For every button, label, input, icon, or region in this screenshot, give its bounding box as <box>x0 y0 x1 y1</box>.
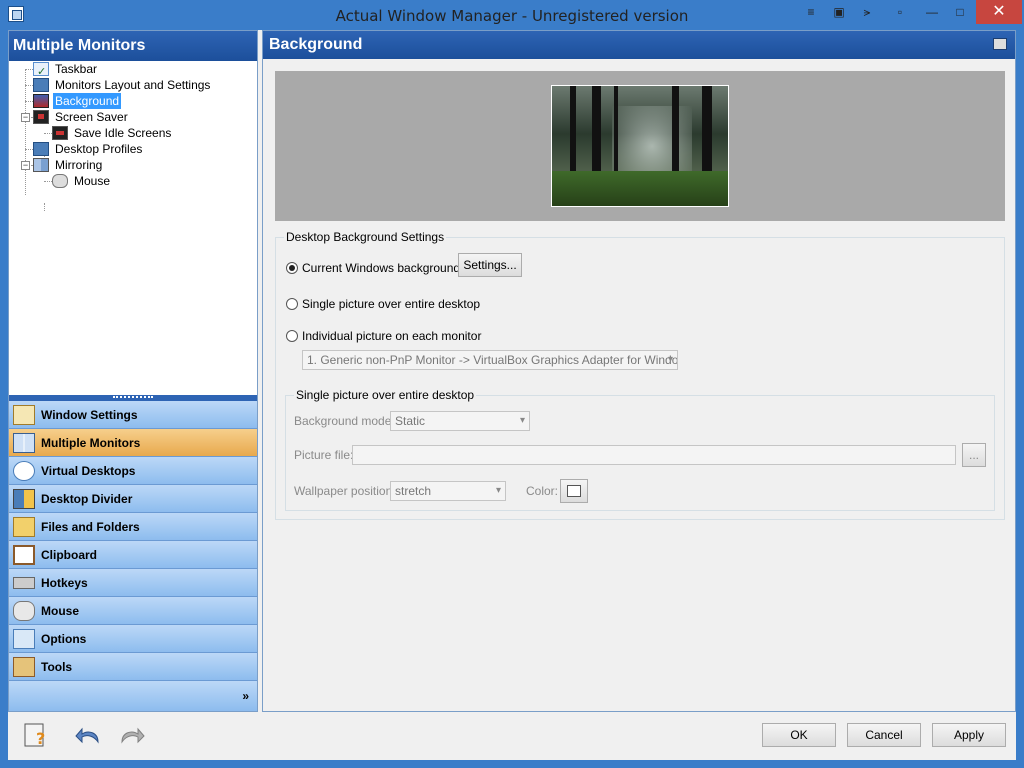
bottom-bar: ? OK Cancel Apply <box>8 712 1016 760</box>
apply-button[interactable]: Apply <box>932 723 1006 747</box>
nav-multiple-monitors[interactable]: Multiple Monitors <box>9 429 257 457</box>
desktop-profiles-icon <box>33 142 49 156</box>
minimize-button[interactable]: — <box>918 0 946 24</box>
title-bar: Actual Window Manager - Unregistered ver… <box>0 0 1024 30</box>
taskbar-icon: ✓ <box>33 62 49 78</box>
nav-options[interactable]: Options <box>9 625 257 653</box>
redo-icon[interactable] <box>116 722 146 748</box>
left-pane-title: Multiple Monitors <box>9 31 257 61</box>
tools-icon <box>13 657 35 677</box>
mouse-icon <box>52 174 68 188</box>
nav-more-button[interactable]: » <box>9 681 257 711</box>
nav-mouse[interactable]: Mouse <box>9 597 257 625</box>
files-folders-icon <box>13 517 35 537</box>
picture-file-input[interactable] <box>352 445 956 465</box>
nav-tools[interactable]: Tools <box>9 653 257 681</box>
client-area: Multiple Monitors ✓ Taskbar Monitors Lay… <box>8 30 1016 760</box>
window-settings-icon <box>13 405 35 425</box>
settings-tree: ✓ Taskbar Monitors Layout and Settings B… <box>9 61 257 395</box>
nav-desktop-divider[interactable]: Desktop Divider <box>9 485 257 513</box>
picture-file-label: Picture file: <box>294 448 354 462</box>
group-title: Desktop Background Settings <box>284 230 447 244</box>
background-preview-area <box>275 71 1005 221</box>
nav-virtual-desktops[interactable]: Virtual Desktops <box>9 457 257 485</box>
background-preview-image <box>551 85 729 207</box>
radio-indicator <box>286 262 298 274</box>
wallpaper-position-label: Wallpaper position: <box>294 484 396 498</box>
chevron-down-icon: ▾ <box>519 415 525 426</box>
radio-indicator <box>286 298 298 310</box>
cancel-button[interactable]: Cancel <box>847 723 921 747</box>
expand-screen-saver[interactable]: − <box>21 113 30 122</box>
subgroup-title: Single picture over entire desktop <box>294 388 477 402</box>
hotkeys-icon <box>13 577 35 589</box>
ok-button[interactable]: OK <box>762 723 836 747</box>
help-icon[interactable]: ? <box>22 722 52 748</box>
wallpaper-position-select[interactable]: stretch ▾ <box>390 481 506 501</box>
chevron-down-icon: ▾ <box>667 354 673 365</box>
undo-icon[interactable] <box>74 722 104 748</box>
left-pane: Multiple Monitors ✓ Taskbar Monitors Lay… <box>8 30 258 712</box>
color-swatch <box>567 485 581 497</box>
mouse-icon <box>13 601 35 621</box>
transparency-icon[interactable]: ⪫ <box>854 0 880 24</box>
nav-window-settings[interactable]: Window Settings <box>9 401 257 429</box>
color-label: Color: <box>526 484 559 498</box>
help-icon[interactable] <box>993 38 1007 50</box>
chevron-double-right-icon: » <box>242 689 249 703</box>
svg-text:?: ? <box>36 729 45 748</box>
color-picker-button[interactable] <box>560 479 588 503</box>
multiple-monitors-icon <box>13 433 35 453</box>
background-mode-select[interactable]: Static ▾ <box>390 411 530 431</box>
nav-clipboard[interactable]: Clipboard <box>9 541 257 569</box>
close-button[interactable]: ✕ <box>976 0 1022 24</box>
rollup-icon[interactable]: ▫ <box>886 0 914 24</box>
minimize-to-tray-icon[interactable]: ▣ <box>826 0 852 24</box>
options-icon <box>13 629 35 649</box>
browse-button[interactable]: ... <box>962 443 986 467</box>
clipboard-icon <box>13 545 35 565</box>
single-picture-group: Single picture over entire desktop Backg… <box>285 388 995 511</box>
background-mode-label: Background mode: <box>294 414 395 428</box>
nav-files-and-folders[interactable]: Files and Folders <box>9 513 257 541</box>
mirroring-icon <box>33 158 49 172</box>
app-window: Actual Window Manager - Unregistered ver… <box>0 0 1024 768</box>
background-icon <box>33 94 49 108</box>
pin-icon[interactable]: ≡ <box>798 0 824 24</box>
monitors-layout-icon <box>33 78 49 92</box>
virtual-desktops-icon <box>13 461 35 481</box>
right-pane-header: Background <box>263 31 1015 59</box>
monitor-select[interactable]: 1. Generic non-PnP Monitor -> VirtualBox… <box>302 350 678 370</box>
right-pane: Background Desktop Background Settings C… <box>262 30 1016 712</box>
settings-button[interactable]: Settings... <box>458 253 522 277</box>
chevron-down-icon: ▾ <box>495 485 501 496</box>
maximize-button[interactable]: □ <box>946 0 974 24</box>
screen-saver-icon <box>33 110 49 124</box>
save-idle-screens-icon <box>52 126 68 140</box>
page-title: Background <box>269 36 363 53</box>
radio-indicator <box>286 330 298 342</box>
nav-hotkeys[interactable]: Hotkeys <box>9 569 257 597</box>
expand-mirroring[interactable]: − <box>21 161 30 170</box>
desktop-divider-icon <box>13 489 35 509</box>
